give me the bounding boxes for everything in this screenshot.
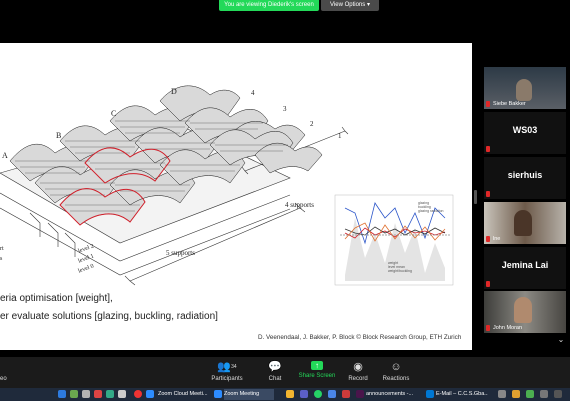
avatar bbox=[514, 210, 532, 236]
left-cut-s: s bbox=[0, 256, 3, 262]
participant-name: sierhuis bbox=[507, 170, 543, 180]
shared-slide: A B C D 4 3 2 1 4 supports 5 supports le… bbox=[0, 43, 472, 350]
bullet-1: eria optimisation [weight], bbox=[0, 293, 113, 304]
meeting-controls: eo 👥34 Participants 💬 Chat ↑ Share Scree… bbox=[0, 357, 570, 388]
avatar bbox=[514, 297, 532, 323]
participants-label: Participants bbox=[211, 376, 243, 382]
label-4: 4 bbox=[251, 89, 255, 97]
participants-count: 34 bbox=[231, 364, 237, 370]
credit-line: D. Veenendaal, J. Bakker, P. Block © Blo… bbox=[258, 334, 462, 341]
taskbar-app-icon[interactable] bbox=[94, 390, 102, 398]
inset-legend-2: weight level mean weight/buckling bbox=[388, 261, 412, 273]
supports-4-label: 4 supports bbox=[285, 201, 314, 209]
bullet-2: er evaluate solutions [glazing, buckling… bbox=[0, 311, 218, 322]
taskbar-app-icon[interactable] bbox=[498, 390, 506, 398]
mail-icon[interactable] bbox=[426, 390, 434, 398]
video-button-cut[interactable]: eo bbox=[0, 376, 7, 382]
inset-legend-item: glazing radiation bbox=[418, 209, 444, 213]
mic-muted-icon bbox=[486, 146, 490, 152]
left-cut-rt: rt bbox=[0, 246, 4, 252]
share-screen-label: Share Screen bbox=[298, 373, 336, 379]
inset-legend: glazing buckling glazing radiation bbox=[418, 201, 444, 213]
participant-name: lne bbox=[493, 236, 501, 242]
taskbar-app-icon[interactable] bbox=[58, 390, 66, 398]
record-label: Record bbox=[348, 376, 368, 382]
label-a: A bbox=[2, 151, 8, 160]
taskbar-app-icon[interactable] bbox=[526, 390, 534, 398]
participant-name: Jemina Lai bbox=[501, 260, 549, 270]
taskbar-app-icon[interactable] bbox=[82, 390, 90, 398]
viewing-screen-banner: You are viewing Diederik's screen bbox=[219, 0, 319, 11]
taskbar-app-icon[interactable] bbox=[70, 390, 78, 398]
participant-tile[interactable]: Siebe Bakker bbox=[484, 67, 566, 109]
zoom-icon[interactable] bbox=[146, 390, 154, 398]
inset-legend-item: weight/buckling bbox=[388, 269, 412, 273]
taskbar-app-icon[interactable] bbox=[286, 390, 294, 398]
taskbar-app-icon[interactable] bbox=[554, 390, 562, 398]
windows-taskbar: Zoom Cloud Meeti... Zoom Meeting announc… bbox=[0, 388, 570, 401]
participant-tile[interactable]: WS03 bbox=[484, 112, 566, 154]
chat-label: Chat bbox=[268, 376, 282, 382]
zoom-icon[interactable] bbox=[214, 390, 222, 398]
supports-5-label: 5 supports bbox=[166, 249, 195, 257]
mic-muted-icon bbox=[486, 191, 490, 197]
reactions-button[interactable]: ☺ Reactions bbox=[371, 361, 421, 382]
mic-muted-icon bbox=[486, 281, 490, 287]
participant-tile[interactable]: lne bbox=[484, 202, 566, 244]
taskbar-app-icon[interactable] bbox=[106, 390, 114, 398]
label-d: D bbox=[171, 87, 177, 96]
taskbar-zoom-cloud[interactable]: Zoom Cloud Meeti... bbox=[158, 389, 210, 400]
participant-tile[interactable]: sierhuis bbox=[484, 157, 566, 199]
participant-gallery: Siebe Bakker WS03 sierhuis lne Jemina La… bbox=[480, 67, 570, 357]
taskbar-app-icon[interactable] bbox=[342, 390, 350, 398]
participant-tile[interactable]: John Moran bbox=[484, 291, 566, 333]
label-c: C bbox=[111, 109, 117, 118]
avatar bbox=[516, 79, 532, 101]
taskbar-announcements[interactable]: announcements -... bbox=[366, 389, 418, 400]
mic-muted-icon bbox=[486, 236, 490, 242]
participant-name: WS03 bbox=[512, 125, 538, 135]
slack-icon[interactable] bbox=[356, 390, 364, 398]
share-screen-icon: ↑ bbox=[311, 361, 323, 370]
participant-name: John Moran bbox=[493, 325, 523, 331]
participant-name: Siebe Bakker bbox=[493, 101, 526, 107]
taskbar-zoom-meeting[interactable]: Zoom Meeting bbox=[224, 389, 274, 400]
taskbar-app-icon[interactable] bbox=[328, 390, 336, 398]
participants-icon: 👥34 bbox=[217, 361, 237, 373]
divider-scrollbar[interactable] bbox=[474, 190, 477, 204]
taskbar-email[interactable]: E-Mail – C.C.S.Gba... bbox=[436, 389, 488, 400]
label-3: 3 bbox=[283, 105, 287, 113]
label-b: B bbox=[56, 131, 62, 140]
participant-tile[interactable]: Jemina Lai bbox=[484, 247, 566, 289]
mic-muted-icon bbox=[486, 101, 490, 107]
chrome-icon[interactable] bbox=[134, 390, 142, 398]
taskbar-app-icon[interactable] bbox=[300, 390, 308, 398]
label-2: 2 bbox=[310, 120, 314, 128]
top-bar: You are viewing Diederik's screen View O… bbox=[0, 0, 570, 12]
label-1: 1 bbox=[338, 132, 342, 140]
view-options-button[interactable]: View Options ▾ bbox=[321, 0, 379, 11]
taskbar-app-icon[interactable] bbox=[118, 390, 126, 398]
participants-button[interactable]: 👥34 Participants bbox=[202, 361, 252, 382]
taskbar-app-icon[interactable] bbox=[512, 390, 520, 398]
gallery-scroll-down-icon[interactable]: ⌄ bbox=[556, 335, 566, 345]
taskbar-app-icon[interactable] bbox=[540, 390, 548, 398]
mic-muted-icon bbox=[486, 325, 490, 331]
reactions-label: Reactions bbox=[382, 376, 410, 382]
reactions-icon: ☺ bbox=[390, 361, 402, 373]
whatsapp-icon[interactable] bbox=[314, 390, 322, 398]
